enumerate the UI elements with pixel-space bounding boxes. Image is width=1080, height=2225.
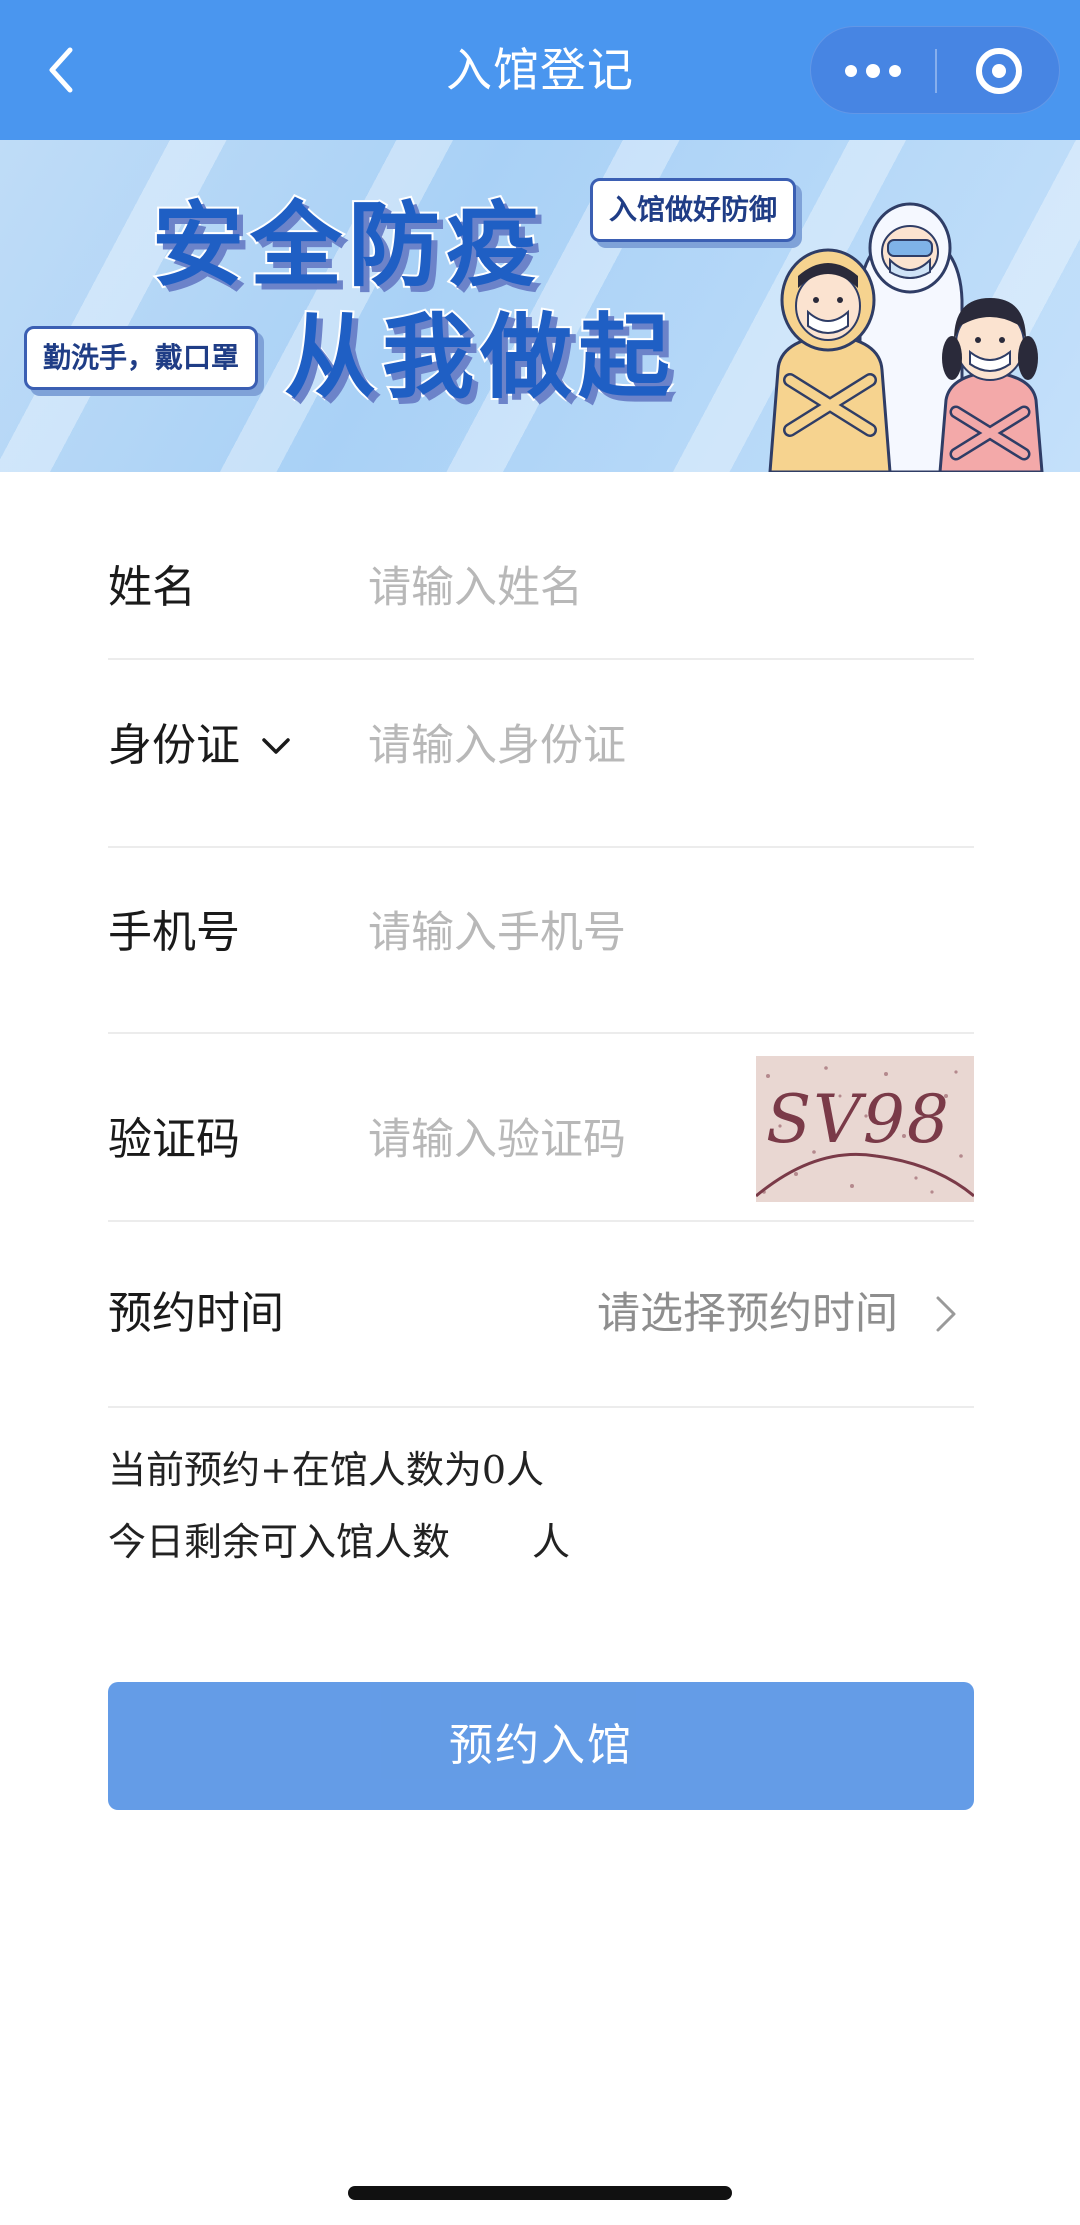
banner-tag-left: 勤洗手，戴口罩	[24, 326, 259, 390]
current-count-text: 当前预约+在馆人数为0人	[108, 1448, 545, 1492]
captcha-label: 验证码	[108, 1114, 240, 1165]
id-input[interactable]	[368, 716, 848, 776]
chevron-down-icon[interactable]	[256, 726, 296, 766]
mini-program-capsule	[810, 26, 1060, 114]
captcha-image[interactable]: SV98	[756, 1056, 974, 1202]
navigation-bar: 入馆登记	[0, 0, 1080, 140]
phone-row: 手机号	[108, 848, 974, 1034]
captcha-row: 验证码 SV98	[108, 1034, 974, 1222]
banner: 安全防疫 从我做起 勤洗手，戴口罩 入馆做好防御	[0, 140, 1080, 472]
more-dots-icon	[845, 64, 901, 78]
name-label: 姓名	[108, 562, 196, 613]
remaining-count-label: 今日剩余可入馆人数	[108, 1520, 451, 1564]
more-button[interactable]	[811, 27, 935, 115]
name-row: 姓名	[108, 472, 974, 660]
phone-label: 手机号	[108, 907, 240, 958]
remaining-count-unit: 人	[532, 1520, 571, 1564]
phone-input[interactable]	[368, 903, 848, 963]
id-row: 身份证	[108, 660, 974, 848]
banner-headline-line1: 安全防疫	[150, 192, 545, 299]
captcha-image-text: SV98	[766, 1081, 951, 1158]
close-button[interactable]	[937, 27, 1061, 115]
chevron-right-icon[interactable]	[926, 1294, 966, 1334]
home-indicator	[348, 2186, 732, 2200]
id-type-label[interactable]: 身份证	[108, 716, 240, 776]
masked-people-illustration	[768, 202, 1044, 472]
banner-headline-line2: 从我做起	[282, 304, 677, 411]
name-input[interactable]	[368, 558, 848, 618]
appointment-time-row[interactable]: 预约时间 请选择预约时间	[108, 1222, 974, 1408]
target-circle-icon	[976, 48, 1022, 94]
captcha-input[interactable]	[368, 1110, 728, 1170]
time-picker-value[interactable]: 请选择预约时间	[597, 1284, 898, 1344]
submit-reservation-button[interactable]: 预约入馆	[108, 1682, 974, 1810]
time-label: 预约时间	[108, 1288, 284, 1339]
